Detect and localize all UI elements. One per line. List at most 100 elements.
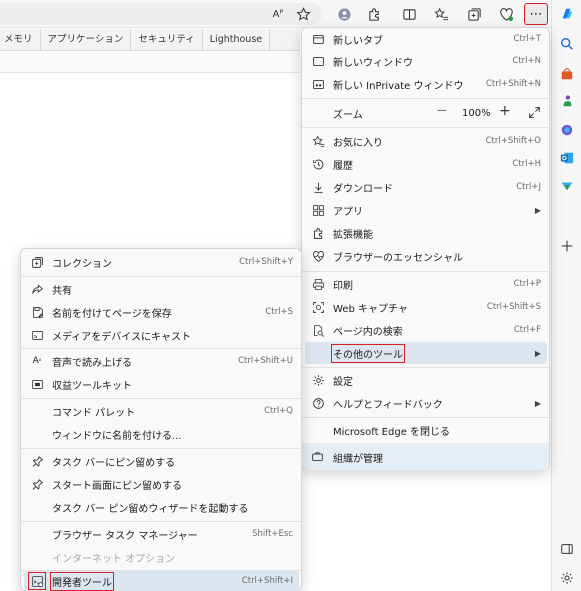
collections-icon[interactable] xyxy=(464,4,484,24)
read-aloud-icon: Aᴬ xyxy=(32,356,42,366)
submenu-item-collections[interactable]: コレクション Ctrl+Shift+Y xyxy=(24,251,299,273)
browser-essentials-icon[interactable] xyxy=(496,4,516,24)
find-on-page-shortcut: Ctrl+F xyxy=(513,325,541,335)
fullscreen-expand-icon[interactable] xyxy=(528,106,541,123)
shopping-bag-icon[interactable] xyxy=(559,66,575,82)
save-page-icon xyxy=(30,305,44,319)
web-capture-shortcut: Ctrl+Shift+S xyxy=(486,302,541,312)
menu-item-settings[interactable]: 設定 xyxy=(305,369,547,391)
menu-item-new-window[interactable]: 新しいウィンドウ Ctrl+N xyxy=(305,50,547,72)
more-ellipsis-label: ⋯ xyxy=(529,6,543,22)
menu-item-history[interactable]: 履歴 Ctrl+H xyxy=(305,153,547,175)
menu-item-extensions[interactable]: 拡張機能 xyxy=(305,222,547,244)
outlook-icon[interactable] xyxy=(559,150,575,166)
submenu-arrow-icon: ▶ xyxy=(534,398,541,408)
history-label: 履歴 xyxy=(333,160,353,172)
games-person-icon[interactable] xyxy=(559,93,575,109)
drop-icon[interactable] xyxy=(559,178,575,194)
internet-options-label: インターネット オプション xyxy=(52,553,176,565)
microsoft-365-icon[interactable] xyxy=(559,122,575,138)
settings-and-more-button[interactable]: ⋯ xyxy=(524,3,548,25)
extensions-label: 拡張機能 xyxy=(333,229,373,241)
edge-sidebar xyxy=(551,0,581,591)
submenu-item-revenue-toolkit[interactable]: 収益ツールキット xyxy=(24,373,299,395)
menu-item-close-edge[interactable]: Microsoft Edge を閉じる xyxy=(305,419,547,441)
devtools-tab-security[interactable]: セキュリティ xyxy=(131,28,203,51)
share-icon xyxy=(30,282,44,296)
zoom-in-button[interactable]: + xyxy=(499,103,511,119)
share-label: 共有 xyxy=(52,285,72,297)
menu-item-downloads[interactable]: ダウンロード Ctrl+J xyxy=(305,176,547,198)
favorite-star-icon[interactable] xyxy=(293,4,313,24)
pin-start-label: スタート画面にピン留めする xyxy=(52,480,182,492)
zoom-label: ズーム xyxy=(333,109,363,121)
copilot-icon[interactable] xyxy=(559,6,575,22)
menu-item-apps[interactable]: アプリ ▶ xyxy=(305,199,547,221)
hide-sidebar-icon[interactable] xyxy=(559,541,575,557)
name-window-label: ウィンドウに名前を付ける... xyxy=(52,430,182,442)
split-screen-icon[interactable] xyxy=(399,4,419,24)
add-sidebar-app-icon[interactable] xyxy=(559,238,575,254)
new-window-icon xyxy=(311,54,325,68)
menu-item-browser-essentials[interactable]: ブラウザーのエッセンシャル xyxy=(305,245,547,267)
settings-label: 設定 xyxy=(333,376,353,388)
devtools-tab-memory[interactable]: メモリ xyxy=(0,28,41,51)
menu-item-zoom: ズーム — 100% + xyxy=(305,102,547,124)
devtools-tab-strip: メモリ アプリケーション セキュリティ Lighthouse xyxy=(0,28,300,51)
developer-tools-shortcut: Ctrl+Shift+I xyxy=(241,576,293,586)
menu-item-web-capture[interactable]: Web キャプチャ Ctrl+Shift+S xyxy=(305,296,547,318)
menu-item-help-feedback[interactable]: ヘルプとフィードバック ▶ xyxy=(305,392,547,414)
submenu-item-read-aloud[interactable]: Aᴬ 音声で読み上げる Ctrl+Shift+U xyxy=(24,350,299,372)
submenu-item-save-page-as[interactable]: 名前を付けてページを保存 Ctrl+S xyxy=(24,301,299,323)
search-icon[interactable] xyxy=(559,36,575,52)
web-capture-icon xyxy=(311,300,325,314)
profile-avatar-icon[interactable] xyxy=(334,4,354,24)
submenu-item-share[interactable]: 共有 xyxy=(24,278,299,300)
favorites-list-icon[interactable] xyxy=(431,4,451,24)
submenu-item-cast-media[interactable]: メディアをデバイスにキャスト xyxy=(24,324,299,346)
read-aloud-label: 音声で読み上げる xyxy=(52,357,132,369)
read-aloud-shortcut: Ctrl+Shift+U xyxy=(238,356,293,366)
menu-item-new-tab[interactable]: 新しいタブ Ctrl+T xyxy=(305,28,547,50)
menu-item-favorites[interactable]: お気に入り Ctrl+Shift+O xyxy=(305,130,547,152)
menu-item-new-inprivate-window[interactable]: 新しい InPrivate ウィンドウ Ctrl+Shift+N xyxy=(305,73,547,95)
sidebar-settings-gear-icon[interactable] xyxy=(559,570,575,586)
submenu-item-pin-taskbar[interactable]: タスク バーにピン留めする xyxy=(24,450,299,472)
menu-item-find-on-page[interactable]: ページ内の検索 Ctrl+F xyxy=(305,319,547,341)
submenu-item-pin-wizard[interactable]: タスク バー ピン留めウィザードを起動する xyxy=(24,496,299,518)
new-inprivate-label: 新しい InPrivate ウィンドウ xyxy=(333,80,464,92)
submenu-item-name-window[interactable]: ウィンドウに名前を付ける... xyxy=(24,423,299,445)
menu-separator xyxy=(21,276,301,277)
pin-taskbar-label: タスク バーにピン留めする xyxy=(52,457,176,469)
managed-by-organization-banner[interactable]: 組織が管理 xyxy=(302,443,549,470)
help-feedback-label: ヘルプとフィードバック xyxy=(333,399,443,411)
submenu-item-developer-tools[interactable]: 開発者ツール Ctrl+Shift+I xyxy=(24,571,299,591)
managed-label: 組織が管理 xyxy=(333,454,383,465)
new-window-label: 新しいウィンドウ xyxy=(333,57,413,69)
command-palette-shortcut: Ctrl+Q xyxy=(264,406,293,416)
new-inprivate-shortcut: Ctrl+Shift+N xyxy=(485,79,541,89)
menu-separator xyxy=(302,367,549,368)
more-tools-label: その他のツール xyxy=(331,343,405,363)
devtools-secondary-bar xyxy=(0,51,300,73)
submenu-item-pin-start[interactable]: スタート画面にピン留めする xyxy=(24,473,299,495)
zoom-out-button[interactable]: — xyxy=(437,105,447,116)
read-aloud-icon[interactable]: Aᴾ xyxy=(268,4,288,24)
submenu-item-command-palette[interactable]: コマンド パレット Ctrl+Q xyxy=(24,400,299,422)
help-question-icon xyxy=(311,396,325,410)
favorites-star-icon xyxy=(311,134,325,148)
devtools-tab-application[interactable]: アプリケーション xyxy=(41,28,132,51)
menu-item-print[interactable]: 印刷 Ctrl+P xyxy=(305,273,547,295)
submenu-item-task-manager[interactable]: ブラウザー タスク マネージャー Shift+Esc xyxy=(24,523,299,545)
extensions-puzzle-icon[interactable] xyxy=(364,4,384,24)
apps-label: アプリ xyxy=(333,206,363,218)
new-window-shortcut: Ctrl+N xyxy=(512,56,541,66)
print-label: 印刷 xyxy=(333,280,353,292)
cast-icon xyxy=(30,328,44,342)
toolkit-icon xyxy=(30,377,44,391)
close-edge-label: Microsoft Edge を閉じる xyxy=(333,426,451,438)
new-tab-shortcut: Ctrl+T xyxy=(513,34,541,44)
devtools-tab-lighthouse[interactable]: Lighthouse xyxy=(203,28,271,51)
menu-item-more-tools[interactable]: その他のツール ▶ xyxy=(305,342,547,364)
collections-label: コレクション xyxy=(52,258,112,270)
